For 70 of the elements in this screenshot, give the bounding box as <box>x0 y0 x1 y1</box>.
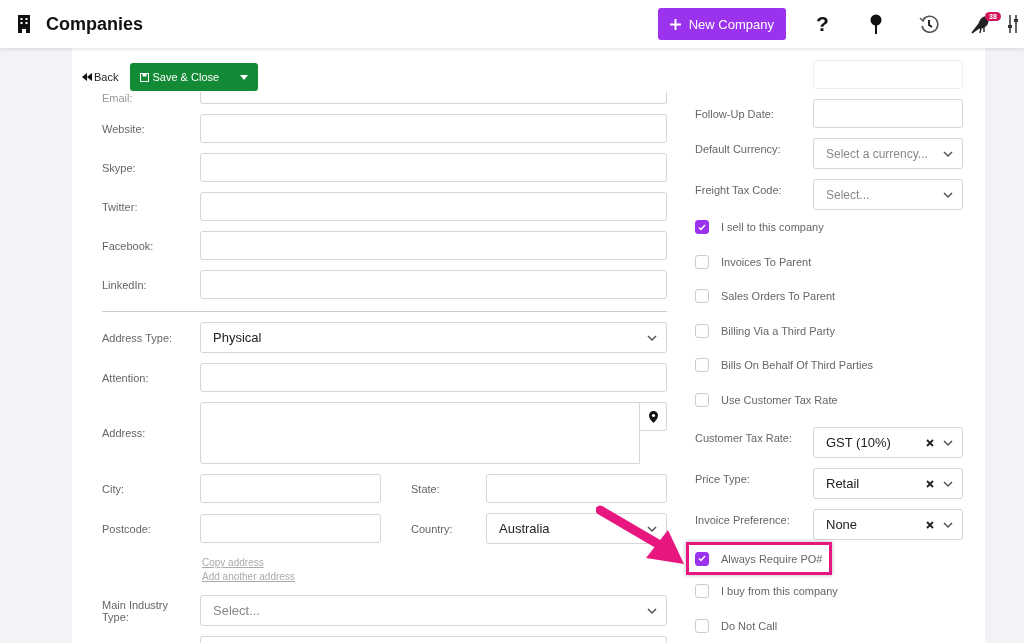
field-label: Website: <box>102 122 146 135</box>
field-label: State: <box>410 482 441 495</box>
checkbox-label: Do Not Call <box>721 619 778 632</box>
field-label: Freight Tax Code: <box>695 183 783 196</box>
plus-icon <box>669 18 681 30</box>
dropdown[interactable]: Physical <box>200 322 667 353</box>
new-company-button[interactable]: New Company <box>657 8 786 40</box>
dropdown[interactable]: GST (10%) <box>813 427 963 458</box>
dropdown[interactable]: Select a currency... <box>813 138 963 169</box>
text-field[interactable] <box>200 270 667 299</box>
text-field[interactable] <box>200 92 667 104</box>
text-field[interactable] <box>813 99 963 128</box>
clear-icon[interactable] <box>925 437 935 448</box>
clear-icon[interactable] <box>925 478 935 489</box>
map-pin-button[interactable] <box>640 402 667 431</box>
dropdown[interactable]: Retail <box>813 468 963 499</box>
checkbox[interactable] <box>695 551 709 566</box>
field-label: City: <box>102 482 125 495</box>
field-label: LinkedIn: <box>102 278 148 291</box>
text-field[interactable] <box>200 363 667 392</box>
checkbox-label: Always Require PO# <box>721 552 823 565</box>
checkbox-label: I buy from this company <box>721 585 838 598</box>
field-label: Email: <box>102 92 134 104</box>
building-icon <box>17 15 31 33</box>
check-icon <box>698 555 706 562</box>
field-label: Follow-Up Date: <box>695 107 775 120</box>
text-field[interactable] <box>200 192 667 221</box>
checkbox-label: I sell to this company <box>721 221 824 234</box>
text-field[interactable] <box>200 474 381 503</box>
checkbox-label: Sales Orders To Parent <box>721 290 836 303</box>
field-label: Country: <box>410 522 454 535</box>
field-label: Skype: <box>102 161 137 174</box>
sliders-icon[interactable] <box>1008 14 1018 34</box>
checkbox-label: Invoices To Parent <box>721 255 812 268</box>
caret-icon <box>240 74 249 80</box>
address-field[interactable] <box>200 402 640 464</box>
dropdown[interactable]: Select... <box>200 595 667 626</box>
field-label: Postcode: <box>102 522 152 535</box>
double-arrow-icon <box>82 73 92 81</box>
save-close-button[interactable]: Save & Close <box>130 63 259 91</box>
text-field[interactable] <box>200 153 667 182</box>
dropdown[interactable]: Select... <box>813 179 963 210</box>
back-button[interactable]: Back <box>82 71 119 83</box>
help-icon[interactable]: ? <box>816 12 829 36</box>
checkbox-label: Bills On Behalf Of Third Parties <box>721 359 874 372</box>
checkbox-label: Billing Via a Third Party <box>721 324 835 337</box>
field-label: Main Industry Type: <box>102 598 170 623</box>
history-icon[interactable] <box>918 14 939 34</box>
field-label: Attention: <box>102 371 150 384</box>
field-label: Default Currency: <box>695 142 782 155</box>
text-field[interactable] <box>200 114 667 143</box>
checkbox[interactable] <box>695 220 709 235</box>
text-field[interactable] <box>200 231 667 260</box>
text-field[interactable] <box>200 514 381 543</box>
field-label: Twitter: <box>102 200 139 213</box>
text-field[interactable] <box>486 474 667 503</box>
field-label: Facebook: <box>102 239 155 252</box>
field-label: Customer Tax Rate: <box>695 431 793 444</box>
field-label: Price Type: <box>695 472 751 485</box>
field-label: Address Type: <box>102 331 174 344</box>
field-label: Invoice Preference: <box>695 513 791 526</box>
pin-icon <box>648 410 658 423</box>
save-icon <box>140 72 150 82</box>
page-title: Companies <box>46 13 145 35</box>
checkbox-label: Use Customer Tax Rate <box>721 393 838 406</box>
check-icon <box>698 223 706 231</box>
clear-icon[interactable] <box>925 519 935 530</box>
field-label: Address: <box>102 427 147 439</box>
dropdown[interactable]: None <box>813 509 963 540</box>
pin-icon[interactable] <box>869 14 882 34</box>
